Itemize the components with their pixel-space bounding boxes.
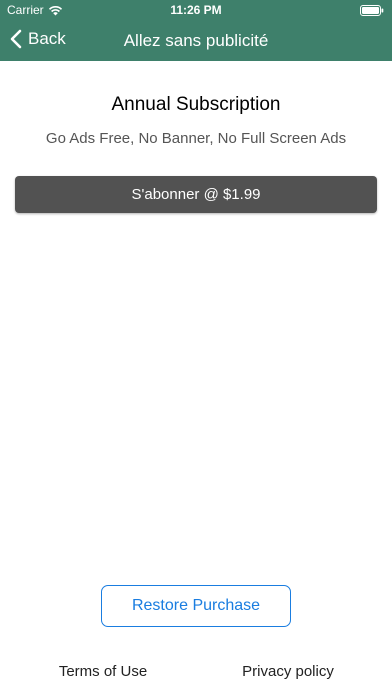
subscribe-button[interactable]: S'abonner @ $1.99 (15, 176, 377, 213)
top-bar: Carrier 11:26 PM Back Allez sans publici… (0, 0, 392, 61)
status-bar: Carrier 11:26 PM (0, 0, 392, 20)
battery-icon (360, 5, 384, 16)
privacy-policy-link[interactable]: Privacy policy (226, 663, 350, 680)
subscription-title: Annual Subscription (111, 94, 281, 115)
screen: Carrier 11:26 PM Back Allez sans publici… (0, 0, 392, 696)
restore-purchase-button[interactable]: Restore Purchase (101, 585, 291, 627)
page-title: Allez sans publicité (123, 31, 269, 50)
nav-bar: Back Allez sans publicité (0, 20, 392, 61)
subscription-description: Go Ads Free, No Banner, No Full Screen A… (45, 130, 347, 147)
terms-of-use-link[interactable]: Terms of Use (40, 663, 166, 680)
status-time: 11:26 PM (170, 3, 222, 17)
